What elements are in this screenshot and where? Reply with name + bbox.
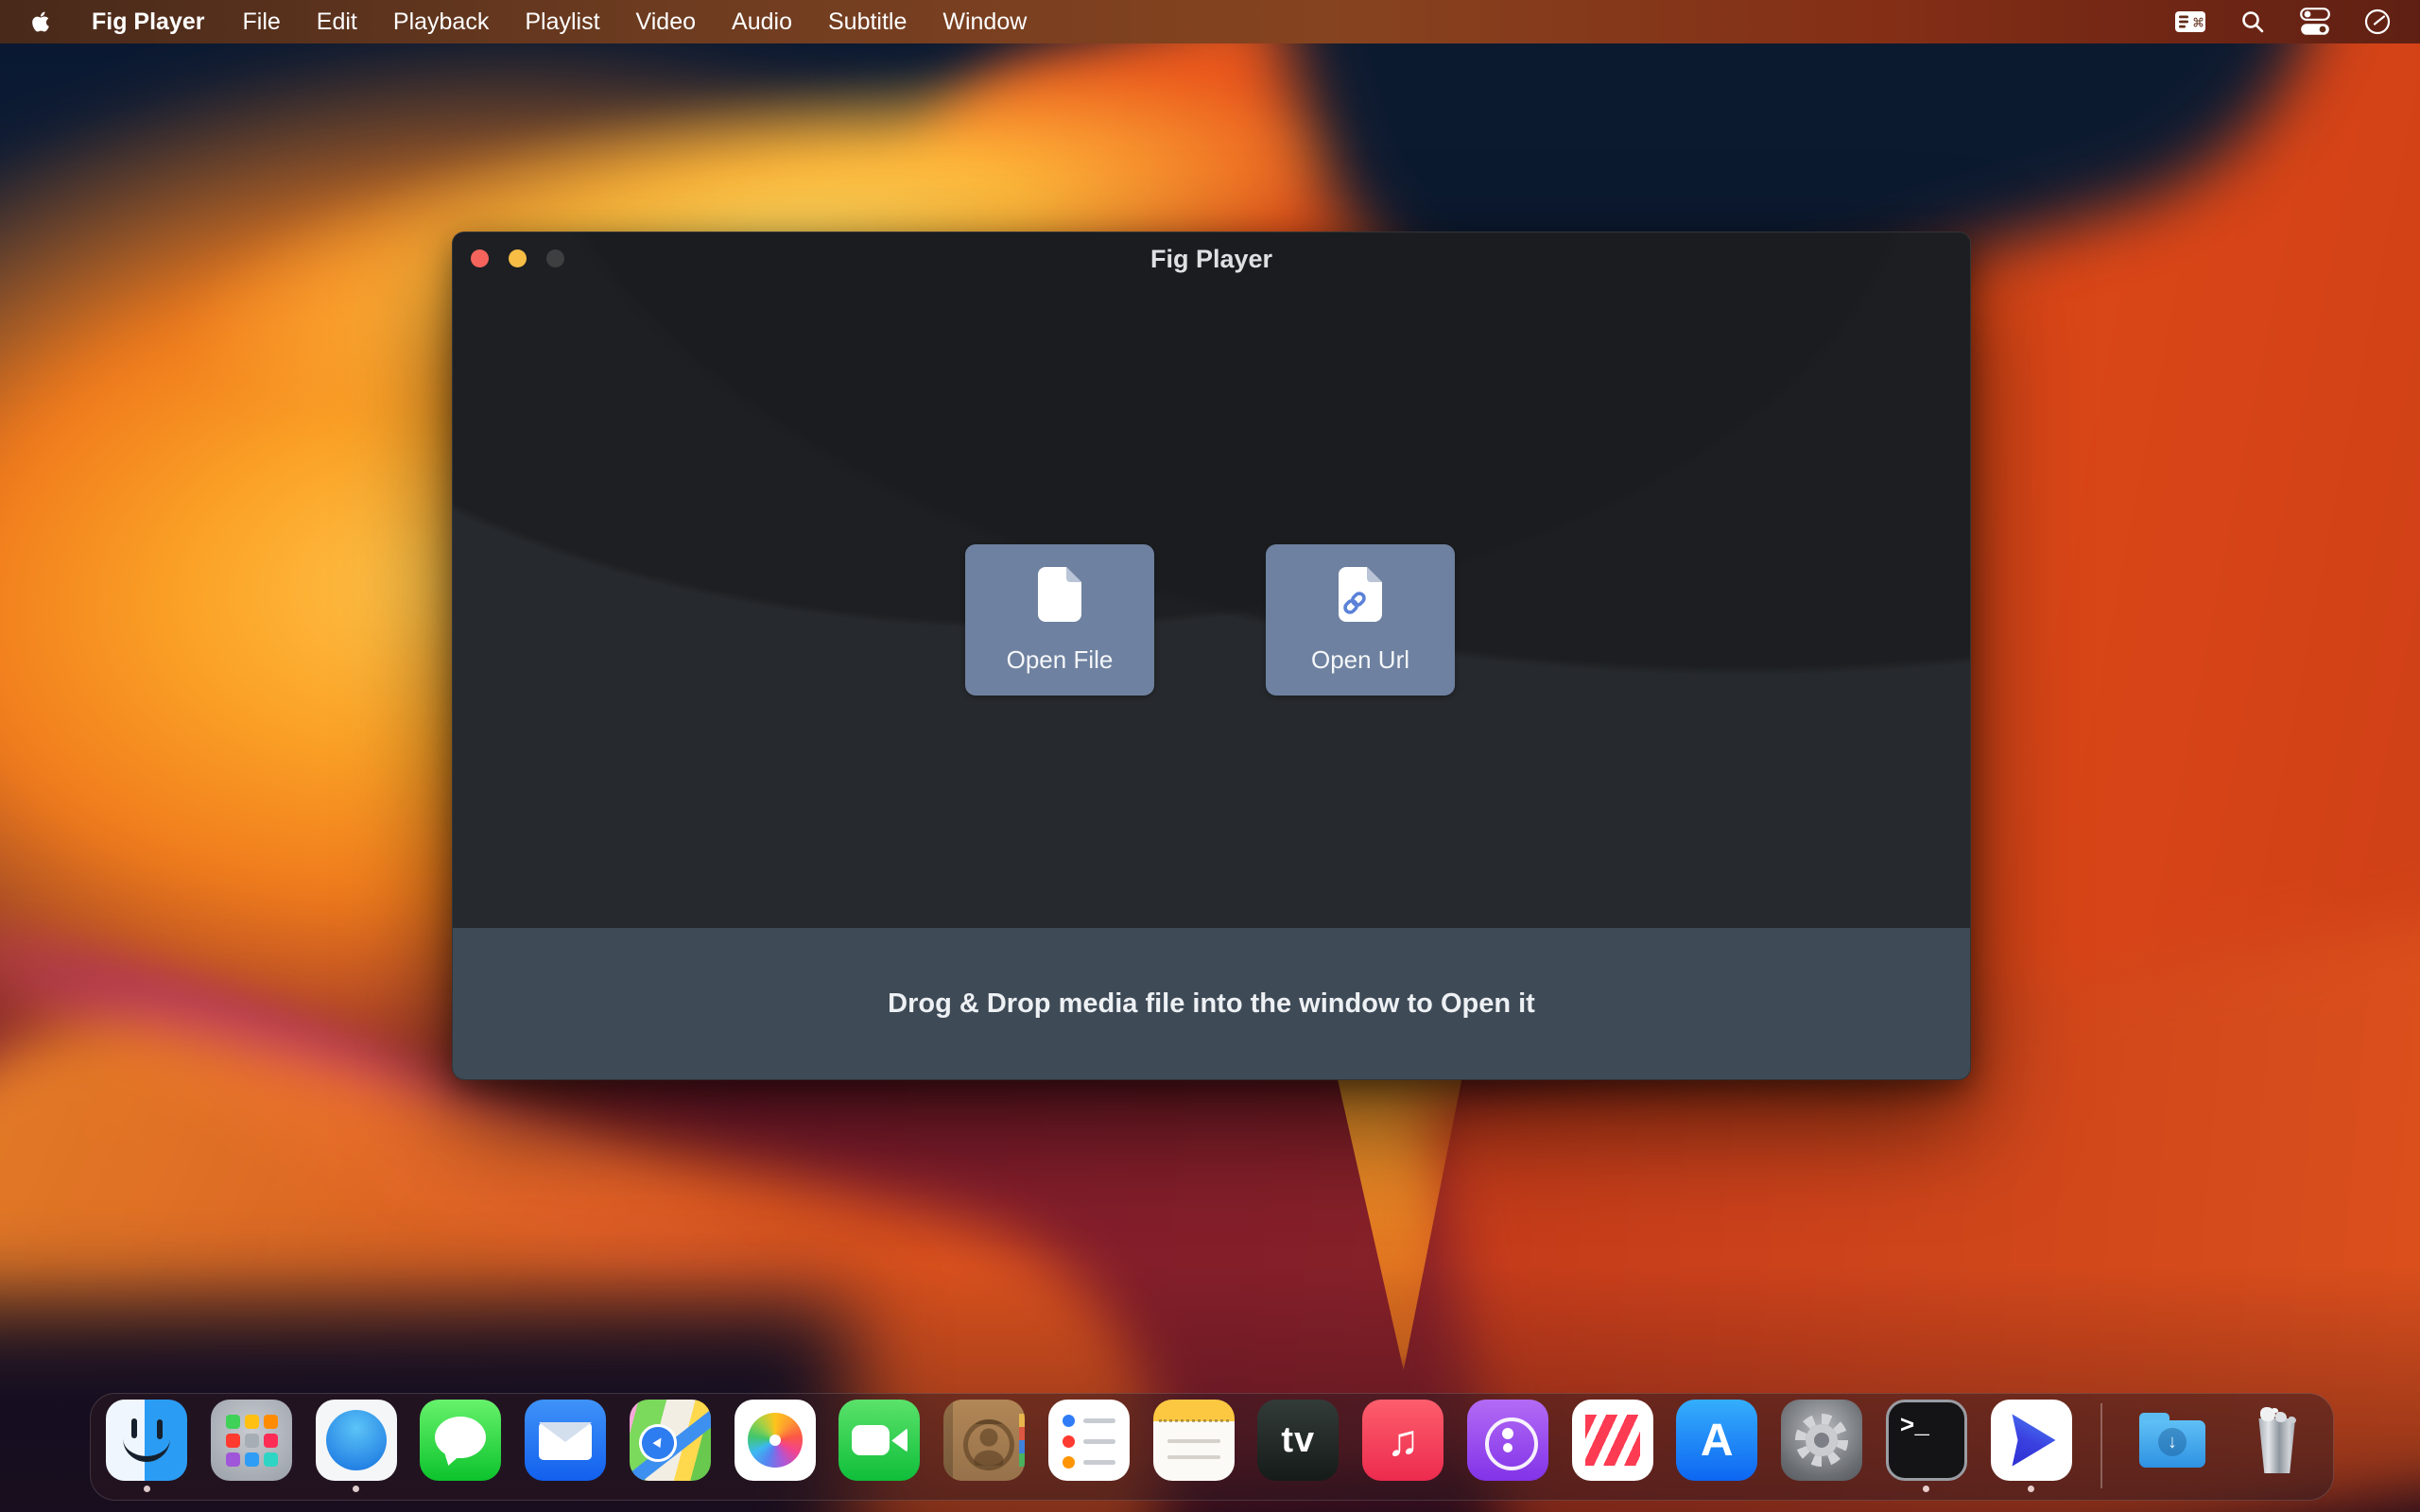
system-settings-icon bbox=[1781, 1400, 1862, 1481]
dock-item-notes[interactable] bbox=[1153, 1400, 1235, 1492]
fig-player-icon bbox=[1991, 1400, 2072, 1481]
menu-file[interactable]: File bbox=[243, 9, 281, 36]
dock-item-mail[interactable] bbox=[525, 1400, 606, 1492]
messages-icon bbox=[420, 1400, 501, 1481]
drop-zone-footer: Drog & Drop media file into the window t… bbox=[453, 928, 1970, 1079]
mail-icon bbox=[525, 1400, 606, 1481]
menu-playlist[interactable]: Playlist bbox=[525, 9, 599, 36]
safari-icon bbox=[316, 1400, 397, 1481]
dock-item-safari[interactable] bbox=[316, 1400, 397, 1492]
menu-bar-status-area: ⌘ bbox=[2174, 8, 2394, 36]
fig-player-window: Fig Player Open File bbox=[452, 232, 1971, 1080]
facetime-icon bbox=[838, 1400, 920, 1481]
terminal-icon: >_ bbox=[1886, 1400, 1967, 1481]
dock-item-contacts[interactable] bbox=[943, 1400, 1025, 1492]
menu-subtitle[interactable]: Subtitle bbox=[828, 9, 907, 36]
app-store-icon-glyph: A bbox=[1676, 1400, 1757, 1481]
finder-icon bbox=[106, 1400, 187, 1481]
dock: tv ♫ A >_ ↓ bbox=[90, 1393, 2334, 1501]
apple-tv-icon-glyph: tv bbox=[1257, 1400, 1339, 1481]
dock-item-messages[interactable] bbox=[420, 1400, 501, 1492]
document-icon bbox=[1038, 567, 1081, 625]
dock-item-photos[interactable] bbox=[735, 1400, 816, 1492]
search-icon[interactable] bbox=[2237, 8, 2269, 36]
apple-tv-icon: tv bbox=[1257, 1400, 1339, 1481]
downloads-folder-icon: ↓ bbox=[2132, 1400, 2213, 1481]
dock-item-terminal[interactable]: >_ bbox=[1886, 1400, 1967, 1492]
downloads-folder-icon-glyph: ↓ bbox=[2158, 1428, 2187, 1456]
menu-audio[interactable]: Audio bbox=[732, 9, 792, 36]
contacts-icon bbox=[943, 1400, 1025, 1481]
clock-icon[interactable] bbox=[2361, 8, 2394, 36]
window-content bbox=[453, 232, 1970, 930]
podcasts-icon bbox=[1467, 1400, 1548, 1481]
keyboard-input-icon[interactable]: ⌘ bbox=[2174, 8, 2206, 36]
dock-item-app-store[interactable]: A bbox=[1676, 1400, 1757, 1492]
running-indicator bbox=[2028, 1486, 2034, 1492]
document-link-icon bbox=[1339, 567, 1382, 625]
dock-item-downloads[interactable]: ↓ bbox=[2132, 1400, 2213, 1492]
menu-window[interactable]: Window bbox=[942, 9, 1027, 36]
music-icon-glyph: ♫ bbox=[1362, 1400, 1443, 1481]
open-url-label: Open Url bbox=[1311, 645, 1409, 675]
dock-item-music[interactable]: ♫ bbox=[1362, 1400, 1443, 1492]
terminal-icon-glyph: >_ bbox=[1889, 1402, 1964, 1478]
dock-divider bbox=[2100, 1403, 2102, 1488]
dock-item-launchpad[interactable] bbox=[211, 1400, 292, 1492]
open-file-button[interactable]: Open File bbox=[965, 544, 1154, 696]
running-indicator bbox=[144, 1486, 150, 1492]
dock-item-fig-player[interactable] bbox=[1991, 1400, 2072, 1492]
dock-item-system-settings[interactable] bbox=[1781, 1400, 1862, 1492]
running-indicator bbox=[1923, 1486, 1929, 1492]
menu-items: File Edit Playback Playlist Video Audio … bbox=[243, 9, 1028, 36]
drag-drop-hint-text: Drog & Drop media file into the window t… bbox=[888, 988, 1535, 1020]
trash-icon bbox=[2237, 1400, 2318, 1481]
reminders-icon bbox=[1048, 1400, 1130, 1481]
maps-icon bbox=[630, 1400, 711, 1481]
photos-icon bbox=[735, 1400, 816, 1481]
running-indicator bbox=[353, 1486, 359, 1492]
app-store-icon: A bbox=[1676, 1400, 1757, 1481]
active-app-name[interactable]: Fig Player bbox=[92, 9, 205, 36]
dock-item-podcasts[interactable] bbox=[1467, 1400, 1548, 1492]
notes-icon bbox=[1153, 1400, 1235, 1481]
window-title: Fig Player bbox=[453, 245, 1970, 274]
menu-video[interactable]: Video bbox=[636, 9, 697, 36]
svg-text:⌘: ⌘ bbox=[2192, 17, 2204, 31]
open-url-button[interactable]: Open Url bbox=[1266, 544, 1455, 696]
apple-menu-icon[interactable] bbox=[31, 9, 52, 34]
dock-item-tv[interactable]: tv bbox=[1257, 1400, 1339, 1492]
dock-item-facetime[interactable] bbox=[838, 1400, 920, 1492]
dock-item-reminders[interactable] bbox=[1048, 1400, 1130, 1492]
news-icon bbox=[1572, 1400, 1653, 1481]
menu-edit[interactable]: Edit bbox=[317, 9, 357, 36]
open-file-label: Open File bbox=[1007, 645, 1114, 675]
music-icon: ♫ bbox=[1362, 1400, 1443, 1481]
control-center-icon[interactable] bbox=[2299, 8, 2331, 36]
desktop: Fig Player File Edit Playback Playlist V… bbox=[0, 0, 2420, 1512]
dock-item-trash[interactable] bbox=[2237, 1400, 2318, 1492]
window-title-bar[interactable]: Fig Player bbox=[453, 232, 1970, 285]
dock-item-maps[interactable] bbox=[630, 1400, 711, 1492]
dock-item-finder[interactable] bbox=[106, 1400, 187, 1492]
launchpad-icon bbox=[211, 1400, 292, 1481]
menu-playback[interactable]: Playback bbox=[393, 9, 489, 36]
dock-item-news[interactable] bbox=[1572, 1400, 1653, 1492]
menu-bar: Fig Player File Edit Playback Playlist V… bbox=[0, 0, 2420, 43]
